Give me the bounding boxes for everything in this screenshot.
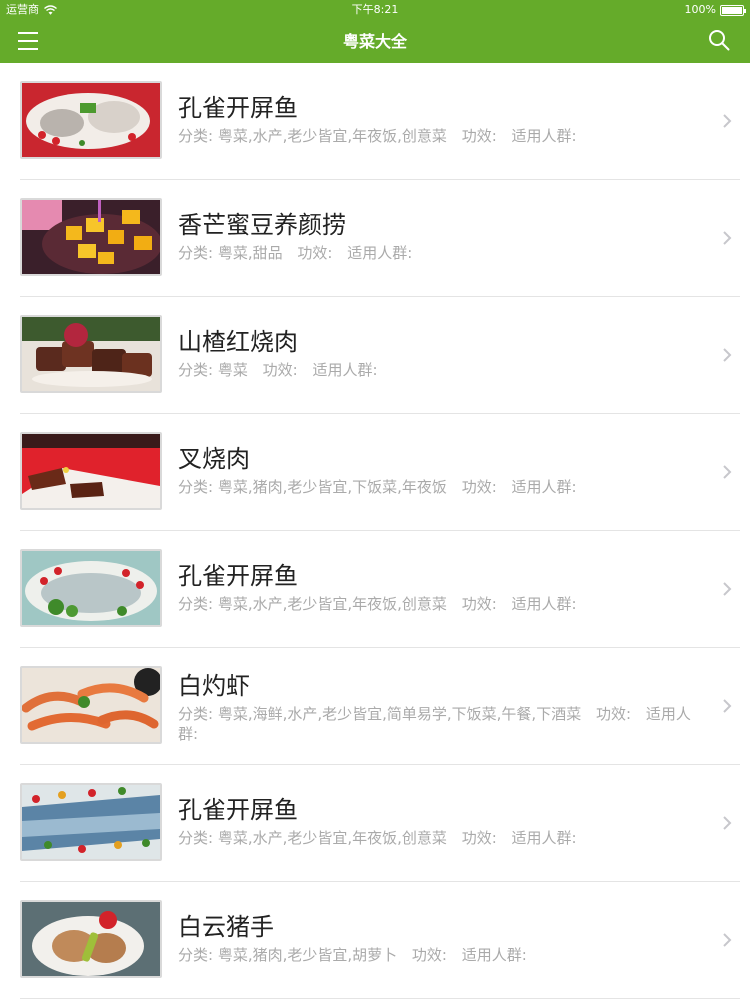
recipe-audience: 适用人群: [461, 946, 527, 964]
recipe-title: 白云猪手 [178, 913, 274, 941]
list-item[interactable]: 白云猪手 分类: 粤菜,猪肉,老少皆宜,胡萝卜 功效: 适用人群: [0, 882, 750, 999]
list-item[interactable]: 孔雀开屏鱼 分类: 粤菜,水产,老少皆宜,年夜饭,创意菜 功效: 适用人群: [0, 765, 750, 882]
chevron-right-icon [723, 816, 732, 830]
recipe-efficacy: 功效: [461, 829, 497, 847]
page-title: 粤菜大全 [342, 32, 407, 51]
recipe-meta: 分类: 粤菜,海鲜,水产,老少皆宜,简单易学,下饭菜,午餐,下酒菜 功效: 适用… [178, 704, 708, 744]
top-bar: 运营商 下午8:21 100% 粤菜大全 [0, 0, 750, 63]
recipe-meta: 分类: 粤菜,水产,老少皆宜,年夜饭,创意菜 功效: 适用人群: [178, 594, 708, 614]
chevron-right-icon [723, 933, 732, 947]
list-item[interactable]: 孔雀开屏鱼 分类: 粤菜,水产,老少皆宜,年夜饭,创意菜 功效: 适用人群: [0, 531, 750, 648]
recipe-title: 白灼虾 [178, 672, 250, 700]
list-item[interactable]: 香芒蜜豆养颜捞 分类: 粤菜,甜品 功效: 适用人群: [0, 180, 750, 297]
recipe-list: 孔雀开屏鱼 分类: 粤菜,水产,老少皆宜,年夜饭,创意菜 功效: 适用人群: 香… [0, 63, 750, 999]
status-time: 下午8:21 [351, 3, 399, 16]
battery: 100% [684, 0, 746, 20]
recipe-efficacy: 功效: [461, 127, 497, 145]
recipe-thumbnail [20, 432, 162, 510]
battery-percent: 100% [684, 3, 716, 16]
recipe-title: 孔雀开屏鱼 [178, 796, 298, 824]
recipe-audience: 适用人群: [511, 127, 577, 145]
recipe-title: 山楂红烧肉 [178, 328, 298, 356]
recipe-audience: 适用人群: [511, 478, 577, 496]
recipe-category: 分类: 粤菜,水产,老少皆宜,年夜饭,创意菜 [178, 127, 447, 145]
status-bar: 运营商 下午8:21 100% [0, 0, 750, 20]
recipe-thumbnail [20, 81, 162, 159]
recipe-meta: 分类: 粤菜,猪肉,老少皆宜,胡萝卜 功效: 适用人群: [178, 945, 708, 965]
chevron-right-icon [723, 231, 732, 245]
chevron-right-icon [723, 465, 732, 479]
recipe-thumbnail [20, 783, 162, 861]
recipe-audience: 适用人群: [511, 829, 577, 847]
recipe-meta: 分类: 粤菜,猪肉,老少皆宜,下饭菜,年夜饭 功效: 适用人群: [178, 477, 708, 497]
recipe-audience: 适用人群: [511, 595, 577, 613]
chevron-right-icon [723, 699, 732, 713]
recipe-thumbnail [20, 315, 162, 393]
recipe-efficacy: 功效: [297, 244, 333, 262]
recipe-category: 分类: 粤菜,猪肉,老少皆宜,胡萝卜 [178, 946, 398, 964]
recipe-thumbnail [20, 900, 162, 978]
recipe-efficacy: 功效: [262, 361, 298, 379]
recipe-thumbnail [20, 198, 162, 276]
recipe-category: 分类: 粤菜,水产,老少皆宜,年夜饭,创意菜 [178, 829, 447, 847]
recipe-category: 分类: 粤菜,海鲜,水产,老少皆宜,简单易学,下饭菜,午餐,下酒菜 [178, 705, 582, 723]
recipe-title: 孔雀开屏鱼 [178, 94, 298, 122]
recipe-title: 孔雀开屏鱼 [178, 562, 298, 590]
recipe-title: 香芒蜜豆养颜捞 [178, 211, 346, 239]
recipe-audience: 适用人群: [347, 244, 413, 262]
list-item[interactable]: 叉烧肉 分类: 粤菜,猪肉,老少皆宜,下饭菜,年夜饭 功效: 适用人群: [0, 414, 750, 531]
chevron-right-icon [723, 582, 732, 596]
recipe-meta: 分类: 粤菜,水产,老少皆宜,年夜饭,创意菜 功效: 适用人群: [178, 828, 708, 848]
recipe-meta: 分类: 粤菜,水产,老少皆宜,年夜饭,创意菜 功效: 适用人群: [178, 126, 708, 146]
nav-bar: 粤菜大全 [0, 20, 750, 63]
recipe-title: 叉烧肉 [178, 445, 250, 473]
recipe-meta: 分类: 粤菜,甜品 功效: 适用人群: [178, 243, 708, 263]
chevron-right-icon [723, 114, 732, 128]
chevron-right-icon [723, 348, 732, 362]
recipe-category: 分类: 粤菜,甜品 [178, 244, 283, 262]
battery-icon [720, 4, 746, 16]
list-item[interactable]: 山楂红烧肉 分类: 粤菜 功效: 适用人群: [0, 297, 750, 414]
recipe-efficacy: 功效: [461, 478, 497, 496]
recipe-thumbnail [20, 666, 162, 744]
recipe-efficacy: 功效: [411, 946, 447, 964]
recipe-audience: 适用人群: [312, 361, 378, 379]
recipe-meta: 分类: 粤菜 功效: 适用人群: [178, 360, 708, 380]
recipe-thumbnail [20, 549, 162, 627]
search-icon[interactable] [708, 29, 730, 51]
recipe-category: 分类: 粤菜 [178, 361, 248, 379]
list-item[interactable]: 白灼虾 分类: 粤菜,海鲜,水产,老少皆宜,简单易学,下饭菜,午餐,下酒菜 功效… [0, 648, 750, 765]
recipe-category: 分类: 粤菜,猪肉,老少皆宜,下饭菜,年夜饭 [178, 478, 447, 496]
recipe-category: 分类: 粤菜,水产,老少皆宜,年夜饭,创意菜 [178, 595, 447, 613]
recipe-efficacy: 功效: [461, 595, 497, 613]
list-item[interactable]: 孔雀开屏鱼 分类: 粤菜,水产,老少皆宜,年夜饭,创意菜 功效: 适用人群: [0, 63, 750, 180]
recipe-efficacy: 功效: [595, 705, 632, 723]
